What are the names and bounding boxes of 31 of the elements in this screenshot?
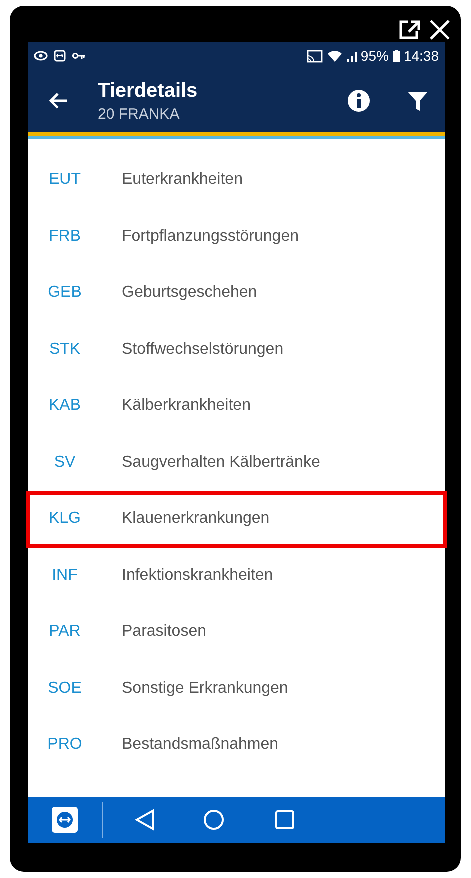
remote-app-icon	[54, 50, 66, 62]
category-list-item[interactable]: SV Saugverhalten Kälbertränke	[26, 434, 447, 491]
filter-icon[interactable]	[407, 90, 429, 112]
clock-time: 14:38	[404, 48, 439, 64]
key-icon	[72, 52, 86, 60]
category-list-item[interactable]: STK Stoffwechselstörungen	[26, 322, 447, 378]
cast-icon	[306, 50, 323, 62]
category-list-item[interactable]: FRB Fortpflanzungsstörungen	[26, 208, 447, 265]
category-list-item[interactable]: KLG Klauenerkrankungen	[26, 491, 447, 548]
home-circle-icon[interactable]	[203, 809, 225, 831]
category-list-item[interactable]: INF Infektionskrankheiten	[26, 548, 447, 604]
close-icon[interactable]	[429, 20, 451, 40]
category-list-item[interactable]: GEB Geburtsgeschehen	[26, 265, 447, 322]
external-link-icon[interactable]	[399, 20, 421, 40]
signal-icon	[346, 50, 357, 62]
category-list-item[interactable]: SOE Sonstige Erkrankungen	[26, 660, 447, 717]
remote-app-icon[interactable]	[52, 807, 78, 833]
category-list-item[interactable]: EUT Euterkrankheiten	[26, 152, 447, 208]
back-arrow-icon[interactable]	[48, 92, 68, 110]
recents-square-icon[interactable]	[275, 810, 295, 830]
back-triangle-icon[interactable]	[135, 809, 155, 831]
category-list-item[interactable]: KAB Kälberkrankheiten	[26, 378, 447, 434]
battery-percent: 95%	[360, 48, 389, 64]
screen-title: Tierdetails	[98, 80, 199, 102]
category-list-item[interactable]: PAR Parasitosen	[26, 604, 447, 660]
screen-subtitle: 20 FRANKA	[98, 106, 181, 122]
info-icon[interactable]	[347, 89, 371, 113]
wifi-icon	[326, 50, 343, 62]
battery-icon	[392, 50, 400, 62]
category-list-item[interactable]: PRO Bestandsmaßnahmen	[26, 717, 447, 774]
eye-icon	[34, 51, 48, 61]
